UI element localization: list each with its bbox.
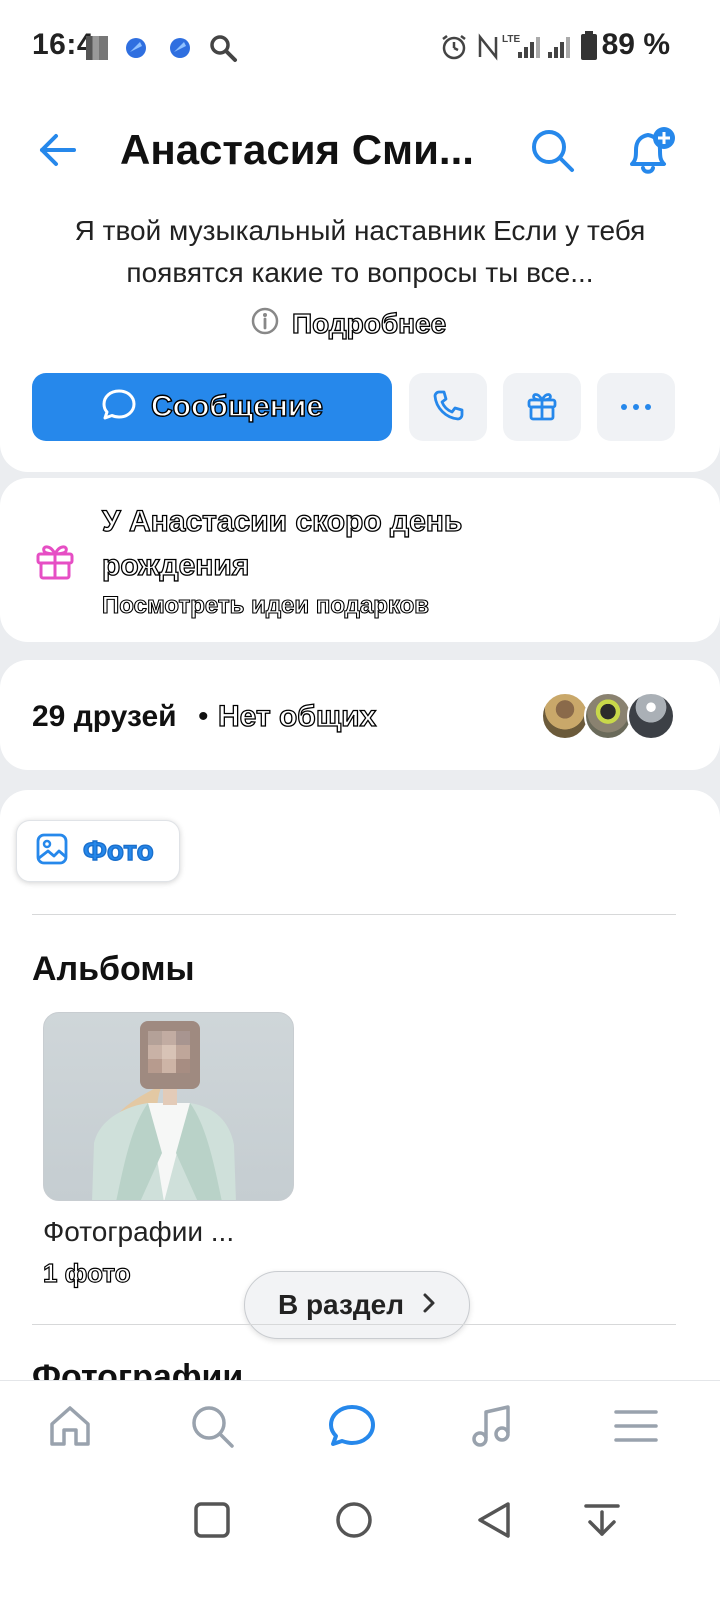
go-to-section-button[interactable]: В раздел	[244, 1271, 470, 1339]
birthday-gift-ideas-link[interactable]: Посмотреть идеи подарков	[101, 591, 429, 620]
status-time: 16:4	[32, 28, 95, 61]
album-thumbnail[interactable]	[43, 1012, 294, 1201]
phone-icon	[431, 388, 465, 427]
app-notification-icon	[124, 36, 148, 60]
search-tab-icon[interactable]	[188, 1402, 236, 1450]
music-icon[interactable]	[468, 1402, 516, 1450]
album-photo-count: 1 фото	[42, 1257, 131, 1288]
back-button-icon[interactable]	[472, 1498, 516, 1542]
call-button[interactable]	[409, 373, 487, 441]
alarm-icon	[440, 33, 468, 61]
friends-separator: •	[198, 700, 209, 733]
signal-icon	[518, 34, 572, 60]
nfc-icon	[476, 33, 500, 61]
home-icon[interactable]	[46, 1402, 94, 1450]
pixelated-notification-icon	[86, 36, 108, 60]
subscribe-bell-icon[interactable]	[624, 124, 678, 178]
friend-avatar-3	[627, 692, 675, 740]
message-button[interactable]: Сообщение	[32, 373, 392, 441]
more-actions-button[interactable]	[597, 373, 675, 441]
hide-keyboard-icon[interactable]	[580, 1498, 624, 1542]
common-friends-label: Нет общих	[217, 699, 377, 733]
go-to-section-label: В раздел	[277, 1289, 405, 1320]
album-name[interactable]: Фотографии ...	[43, 1216, 234, 1248]
divider	[32, 914, 676, 915]
gift-icon	[524, 387, 560, 428]
home-button-icon[interactable]	[332, 1498, 376, 1542]
menu-icon[interactable]	[612, 1402, 660, 1450]
image-icon	[35, 832, 69, 871]
birthday-gift-icon	[34, 540, 76, 582]
chevron-right-icon	[422, 1292, 436, 1319]
divider-2	[32, 1324, 676, 1325]
battery-percent: 89 %	[601, 28, 670, 61]
search-icon[interactable]	[530, 128, 576, 174]
back-arrow-icon[interactable]	[38, 130, 78, 170]
more-info-label: Подробнее	[291, 307, 447, 339]
battery-icon	[580, 31, 598, 61]
more-info-link[interactable]: Подробнее	[250, 306, 447, 343]
app-notification-icon-2	[168, 36, 192, 60]
tab-photos-label: Фото	[82, 834, 154, 866]
friend-avatar-1	[541, 692, 589, 740]
gift-button[interactable]	[503, 373, 581, 441]
page-title: Анастасия Сми...	[120, 126, 474, 173]
search-status-icon	[208, 33, 238, 63]
messages-icon[interactable]	[328, 1402, 376, 1450]
info-icon	[250, 306, 280, 343]
friend-avatar-2	[584, 692, 632, 740]
message-bubble-icon	[101, 387, 137, 428]
albums-title: Альбомы	[32, 950, 195, 988]
profile-bio: Я твой музыкальный наставник Если у тебя…	[74, 215, 646, 288]
photos-title: Фотографии	[32, 1358, 244, 1382]
ellipsis-icon	[620, 398, 652, 416]
friends-count: 29 друзей	[32, 700, 177, 733]
birthday-title: У Анастасии скоро день рождения	[101, 504, 463, 582]
recent-apps-icon[interactable]	[190, 1498, 234, 1542]
message-button-label: Сообщение	[150, 389, 324, 423]
tab-photos[interactable]: Фото	[16, 820, 180, 882]
